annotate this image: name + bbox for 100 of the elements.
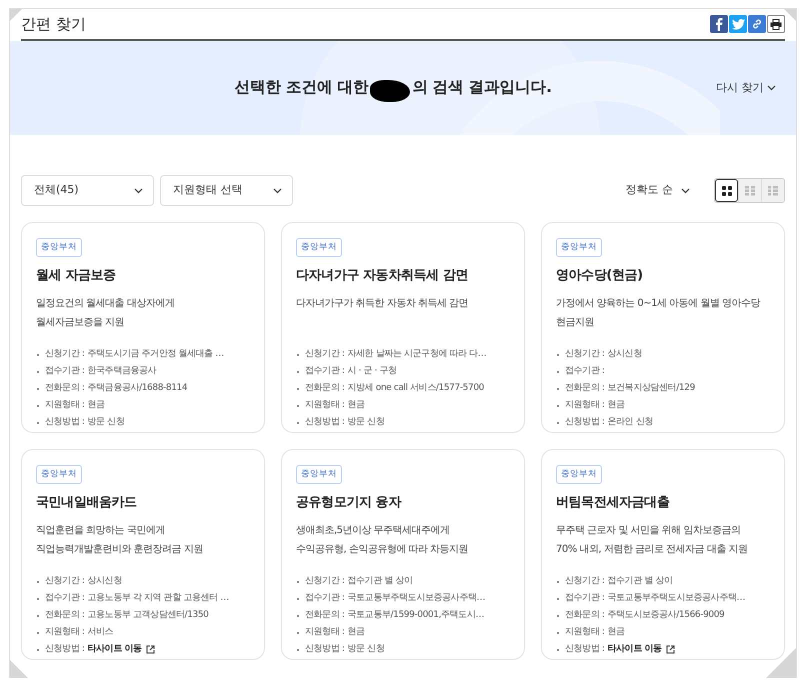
chevron-icon <box>273 188 282 194</box>
external-site-link[interactable]: 타사이트 이동 <box>88 643 155 656</box>
detail-value: 보건복지상담센터/129 <box>608 382 695 395</box>
detail-label: 접수기관 : <box>45 592 84 605</box>
card-title: 월세 자금보증 <box>36 266 117 285</box>
detail-value: 현금 <box>88 399 105 412</box>
detail-value: 주택금융공사/1688-8114 <box>88 382 188 395</box>
detail-label: 지원형태 : <box>565 399 604 412</box>
view-toggle-button[interactable] <box>715 179 738 202</box>
detail-value: 지방세 one call 서비스/1577-5700 <box>348 382 484 395</box>
page-title: 간편 찾기 <box>21 14 86 35</box>
detail-label: 지원형태 : <box>305 626 344 639</box>
small-grid-view-icon <box>745 186 755 196</box>
chevron-icon <box>134 188 143 194</box>
detail-label: 접수기관 : <box>45 365 84 378</box>
benefit-card[interactable]: 중앙부처 국민내일배움카드 직업훈련을 희망하는 국민에게 직업능력개발훈련비와 훈련장려금 지원 신청기간 : 상시신청 접수기관 : 고용노동부 각 지역 관할 고용센터 … 전화문의 : 고용노동부 고객상담센터/1350 지원형태 : 서비스 신청방법 : 타사이트 이동 <box>21 449 265 660</box>
card-description: 직업능력개발훈련비와 훈련장려금 지원 <box>36 543 204 558</box>
detail-label: 지원형태 : <box>305 399 344 412</box>
detail-value: 주택도시기금 주거안정 월세대출 … <box>88 348 224 361</box>
detail-value: 한국주택금융공사 <box>88 365 156 378</box>
detail-label: 지원형태 : <box>45 399 84 412</box>
detail-value: 상시신청 <box>608 348 642 361</box>
card-title: 버팀목전세자금대출 <box>556 494 670 512</box>
card-title: 영아수당(현금) <box>556 266 644 285</box>
twitter-button[interactable] <box>729 15 747 33</box>
category-tag: 중앙부처 <box>296 238 342 257</box>
detail-label: 신청방법 : <box>565 643 604 656</box>
print-button[interactable] <box>767 15 785 33</box>
print-icon <box>770 18 782 30</box>
card-description: 현금지원 <box>556 316 595 330</box>
card-description: 무주택 근로자 및 서민을 위해 임차보증금의 <box>556 524 742 538</box>
detail-label: 신청기간 : <box>305 348 344 361</box>
detail-value: 시 · 군 · 구청 <box>348 365 397 378</box>
detail-value: 주택도시보증공사/1566-9009 <box>608 609 724 622</box>
external-site-link[interactable]: 타사이트 이동 <box>608 643 675 656</box>
detail-value: 국토교통부주택도시보증공사주택… <box>348 592 486 605</box>
detail-value: 현금 <box>348 626 365 639</box>
grid-view-icon <box>722 186 732 196</box>
copy-link-button[interactable] <box>748 15 766 33</box>
detail-value: 온라인 신청 <box>608 416 653 429</box>
card-title: 국민내일배움카드 <box>36 494 138 512</box>
detail-label: 접수기관 : <box>305 365 344 378</box>
detail-label: 접수기관 : <box>305 592 344 605</box>
benefit-card[interactable]: 중앙부처 다자녀가구 자동차취득세 감면 다자녀가구가 취득한 자동차 취득세 감면 신청기간 : 자세한 날짜는 시군구청에 따라 다… 접수기관 : 시 · 군 · 구청 전화문의 : 지방세 one call 서비스/1577-5700 지원형태 : 현금 신청방법 : 방문 신청 <box>281 222 525 433</box>
benefit-card[interactable]: 중앙부처 월세 자금보증 일정요건의 월세대출 대상자에게 월세자금보증을 지원 신청기간 : 주택도시기금 주거안정 월세대출 … 접수기관 : 한국주택금융공사 전화문의 : 주택금융공사/1688-8114 지원형태 : 현금 신청방법 : 방문 신청 <box>21 222 265 433</box>
detail-label: 전화문의 : <box>45 382 84 395</box>
card-title: 공유형모기지 융자 <box>296 494 402 512</box>
detail-label: 신청기간 : <box>305 575 344 588</box>
detail-label: 신청방법 : <box>45 643 84 656</box>
detail-value: 서비스 <box>88 626 114 639</box>
benefit-card[interactable]: 중앙부처 공유형모기지 융자 생애최초,5년이상 무주택세대주에게 수익공유형, 손익공유형에 따라 차등지원 신청기간 : 접수기관 별 상이 접수기관 : 국토교통부주택도시보증공사주택… 전화문의 : 국토교통부/1599-0001,주택도시… 지원형태 : 현금 신청방법 : 방문 신청 <box>281 449 525 660</box>
card-description: 일정요건의 월세대출 대상자에게 <box>36 297 176 312</box>
external-link-icon <box>666 645 675 654</box>
detail-label: 접수기관 : <box>565 365 604 378</box>
detail-label: 신청방법 : <box>305 643 344 656</box>
detail-value: 국토교통부주택도시보증공사주택… <box>608 592 746 605</box>
detail-value: 현금 <box>348 399 365 412</box>
result-heading: 의 검색 결과입니다. <box>412 77 552 98</box>
card-description: 생애최초,5년이상 무주택세대주에게 <box>296 524 451 538</box>
detail-value: 현금 <box>608 399 625 412</box>
detail-value: 방문 신청 <box>88 416 124 429</box>
benefit-card[interactable]: 중앙부처 버팀목전세자금대출 무주택 근로자 및 서민을 위해 임차보증금의 70% 내외, 저렴한 금리로 전세자금 대출 지원 신청기간 : 접수기관 별 상이 접수기관 : 국토교통부주택도시보증공사주택… 전화문의 : 주택도시보증공사/1566-9009 지원형태 : 현금 신청방법 : 타사이트 이동 <box>541 449 785 660</box>
link-icon <box>751 18 763 30</box>
detail-label: 전화문의 : <box>45 609 84 622</box>
detail-value: 고용노동부 각 지역 관할 고용센터 … <box>88 592 229 605</box>
card-description: 수익공유형, 손익공유형에 따라 차등지원 <box>296 543 470 558</box>
detail-label: 신청방법 : <box>565 416 604 429</box>
facebook-icon <box>713 17 725 31</box>
card-description: 가정에서 양육하는 0~1세 아동에 월별 영아수당 <box>556 297 762 312</box>
detail-value: 방문 신청 <box>348 643 384 656</box>
detail-label: 신청기간 : <box>565 575 604 588</box>
detail-label: 지원형태 : <box>565 626 604 639</box>
benefit-card[interactable]: 중앙부처 영아수당(현금) 가정에서 양육하는 0~1세 아동에 월별 영아수당 현금지원 신청기간 : 상시신청 접수기관 : 전화문의 : 보건복지상담센터/129 지원형태 : 현금 신청방법 : 온라인 신청 <box>541 222 785 433</box>
list-view-icon <box>768 186 778 196</box>
category-tag: 중앙부처 <box>556 465 602 484</box>
filter-dropdown[interactable]: 전체(45) <box>21 175 154 206</box>
chevron-icon <box>767 84 776 91</box>
detail-value: 접수기관 별 상이 <box>348 575 413 588</box>
facebook-button[interactable] <box>710 15 728 33</box>
detail-value: 접수기관 별 상이 <box>608 575 673 588</box>
detail-label: 신청기간 : <box>45 348 84 361</box>
detail-label: 전화문의 : <box>305 609 344 622</box>
detail-value: 자세한 날짜는 시군구청에 따라 다… <box>348 348 486 361</box>
search-again-button[interactable]: 다시 찾기 <box>716 80 776 96</box>
detail-value: 국토교통부/1599-0001,주택도시… <box>348 609 484 622</box>
sort-dropdown[interactable]: 정확도 순 <box>626 182 690 199</box>
result-heading: 선택한 조건에 대한 <box>234 77 368 98</box>
category-tag: 중앙부처 <box>36 465 82 484</box>
detail-value: 현금 <box>608 626 625 639</box>
card-description: 직업훈련을 희망하는 국민에게 <box>36 524 166 538</box>
detail-label: 전화문의 : <box>305 382 344 395</box>
chevron-icon <box>681 188 690 194</box>
category-tag: 중앙부처 <box>296 465 342 484</box>
detail-label: 신청방법 : <box>45 416 84 429</box>
detail-label: 전화문의 : <box>565 609 604 622</box>
category-tag: 중앙부처 <box>556 238 602 257</box>
detail-label: 지원형태 : <box>45 626 84 639</box>
filter-dropdown[interactable]: 지원형태 선택 <box>160 175 293 206</box>
detail-value: 상시신청 <box>88 575 122 588</box>
card-description: 70% 내외, 저렴한 금리로 전세자금 대출 지원 <box>556 543 748 558</box>
